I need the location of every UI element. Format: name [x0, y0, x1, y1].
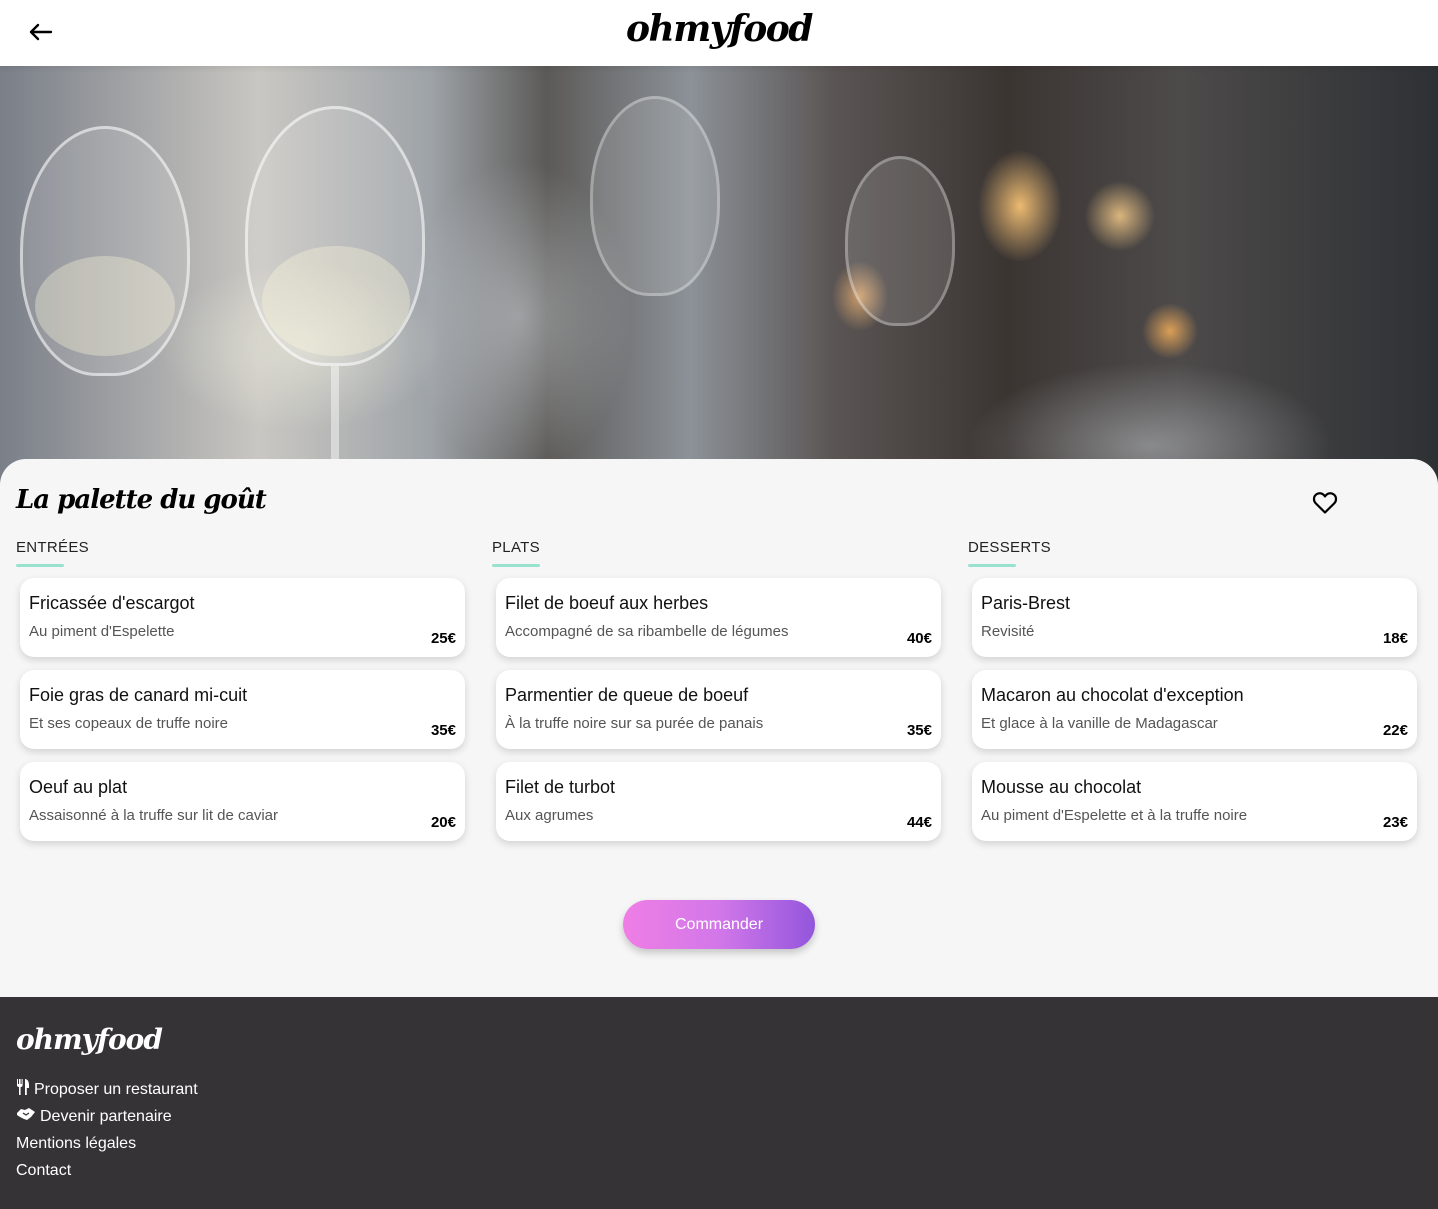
dish-name: Macaron au chocolat d'exception	[981, 685, 1244, 705]
dish-name: Filet de boeuf aux herbes	[505, 593, 709, 613]
dish-description: À la truffe noire sur sa purée de panais	[505, 715, 764, 732]
dish-name: Mousse au chocolat	[981, 777, 1142, 797]
column-underline	[968, 564, 1016, 567]
footer-link-propose-restaurant[interactable]: Proposer un restaurant	[16, 1076, 198, 1103]
footer-link-contact[interactable]: Contact	[16, 1157, 198, 1184]
dish-card[interactable]: Oeuf au plat Assaisonné à la truffe sur …	[20, 762, 465, 841]
dish-card[interactable]: Foie gras de canard mi-cuit Et ses copea…	[20, 670, 465, 749]
dish-price: 40€	[906, 630, 932, 647]
dish-name: Parmentier de queue de boeuf	[505, 685, 749, 705]
footer-link-become-partner[interactable]: Devenir partenaire	[16, 1103, 198, 1130]
dish-description: Aux agrumes	[505, 807, 594, 824]
dish-card[interactable]: Filet de turbot Aux agrumes 44€	[496, 762, 941, 841]
dish-price: 18€	[1382, 630, 1408, 647]
site-footer: ohmyfood Proposer un restaurant Devenir …	[0, 997, 1438, 1209]
column-underline	[16, 564, 64, 567]
column-title: PLATS	[492, 539, 540, 556]
restaurant-hero-image	[0, 66, 1438, 486]
footer-links: Proposer un restaurant Devenir partenair…	[16, 1076, 198, 1184]
site-logo[interactable]: ohmyfood	[0, 8, 1438, 50]
dish-description: Assaisonné à la truffe sur lit de caviar	[29, 807, 279, 824]
menu-column-entrees: ENTRÉES Fricassée d'escargot Au piment d…	[16, 539, 468, 841]
dish-description: Et glace à la vanille de Madagascar	[981, 715, 1218, 732]
dish-name: Foie gras de canard mi-cuit	[29, 685, 248, 705]
dish-description: Au piment d'Espelette et à la truffe noi…	[981, 807, 1248, 824]
menu-column-plats: PLATS Filet de boeuf aux herbes Accompag…	[492, 539, 944, 841]
dish-description: Et ses copeaux de truffe noire	[29, 715, 229, 732]
dish-price: 23€	[1382, 814, 1408, 831]
footer-link-label: Devenir partenaire	[40, 1107, 172, 1125]
dish-card[interactable]: Paris-Brest Revisité 18€	[972, 578, 1417, 657]
heart-outline-icon	[1312, 492, 1338, 514]
restaurant-menu-card: La palette du goût ENTRÉES Fricassée d'e…	[0, 459, 1438, 997]
order-button[interactable]: Commander	[623, 900, 815, 949]
dish-name: Oeuf au plat	[29, 777, 128, 797]
dish-description: Au piment d'Espelette	[29, 623, 175, 640]
dish-card[interactable]: Mousse au chocolat Au piment d'Espelette…	[972, 762, 1417, 841]
utensils-icon	[16, 1079, 30, 1100]
dish-price: 25€	[430, 630, 456, 647]
handshake-icon	[16, 1106, 36, 1127]
dish-price: 20€	[430, 814, 456, 831]
menu-column-desserts: DESSERTS Paris-Brest Revisité 18€ Macaro…	[968, 539, 1420, 841]
dish-name: Filet de turbot	[505, 777, 616, 797]
footer-link-legal[interactable]: Mentions légales	[16, 1130, 198, 1157]
column-title: ENTRÉES	[16, 539, 89, 556]
dish-price: 35€	[430, 722, 456, 739]
dish-name: Paris-Brest	[981, 593, 1071, 613]
column-title: DESSERTS	[968, 539, 1051, 556]
footer-link-label: Proposer un restaurant	[34, 1080, 198, 1098]
top-header: ohmyfood	[0, 0, 1438, 66]
dish-price: 44€	[906, 814, 932, 831]
dish-description: Accompagné de sa ribambelle de légumes	[505, 623, 789, 640]
favorite-button[interactable]	[1312, 491, 1338, 515]
dish-card[interactable]: Fricassée d'escargot Au piment d'Espelet…	[20, 578, 465, 657]
footer-link-label: Contact	[16, 1161, 72, 1179]
dish-card[interactable]: Macaron au chocolat d'exception Et glace…	[972, 670, 1417, 749]
column-underline	[492, 564, 540, 567]
dish-card[interactable]: Filet de boeuf aux herbes Accompagné de …	[496, 578, 941, 657]
footer-link-label: Mentions légales	[16, 1134, 137, 1152]
dish-card[interactable]: Parmentier de queue de boeuf À la truffe…	[496, 670, 941, 749]
dish-price: 22€	[1382, 722, 1408, 739]
dish-price: 35€	[906, 722, 932, 739]
restaurant-name: La palette du goût	[16, 485, 267, 515]
dish-description: Revisité	[981, 623, 1035, 640]
dish-name: Fricassée d'escargot	[29, 593, 195, 613]
footer-logo[interactable]: ohmyfood	[16, 1023, 163, 1056]
